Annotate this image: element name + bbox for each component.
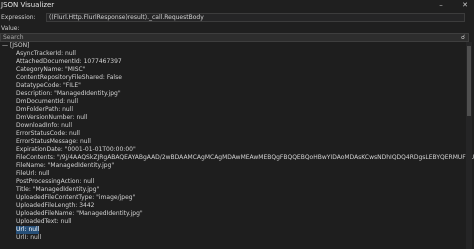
scrollbar-thumb[interactable] xyxy=(467,46,471,116)
search-icon[interactable]: ☌ xyxy=(459,34,467,42)
tree-item[interactable]: UrlI: null xyxy=(16,234,41,242)
search-input[interactable]: Search ☌ xyxy=(0,33,469,42)
tree-item[interactable]: UploadedFileLength: 3442 xyxy=(16,202,94,210)
tree-item[interactable]: UploadedFileName: "ManagedIdentity.jpg" xyxy=(16,210,143,218)
tree-item[interactable]: AttachedDocumentId: 1077467397 xyxy=(16,58,122,66)
tree-item[interactable]: ContentRepositoryFileShared: False xyxy=(16,74,122,82)
tree-item[interactable]: DatatypeCode: "FILE" xyxy=(16,82,81,90)
tree-item[interactable]: Url: null xyxy=(16,226,40,234)
close-icon[interactable]: ✕ xyxy=(459,0,471,11)
tree-item[interactable]: ErrorStatusMessage: null xyxy=(16,138,91,146)
tree-item[interactable]: UploadedFileContentType: "image/jpeg" xyxy=(16,194,135,202)
window-title: JSON Visualizer xyxy=(1,1,55,9)
minimize-icon[interactable]: – xyxy=(435,0,447,11)
tree-item[interactable]: DmFolderPath: null xyxy=(16,106,73,114)
title-bar: JSON Visualizer – ✕ xyxy=(0,0,474,11)
tree-item[interactable]: DownloadInfo: null xyxy=(16,122,72,130)
vertical-scrollbar[interactable] xyxy=(466,42,472,249)
tree-item[interactable]: PostProcessingAction: null xyxy=(16,178,94,186)
tree-item[interactable]: DmVersionNumber: null xyxy=(16,114,87,122)
value-label: Value: xyxy=(1,25,20,32)
expression-label: Expression: xyxy=(1,14,36,21)
tree-item[interactable]: FileContents: "/9j/4AAQSkZJRgABAQEAYABgA… xyxy=(16,154,474,162)
tree-item[interactable]: Title: "ManagedIdentity.jpg" xyxy=(16,186,99,194)
tree-root-label: [JSON] xyxy=(9,42,30,49)
expression-value: ((Flurl.Http.FlurlResponse)result)._call… xyxy=(49,14,204,21)
tree-item[interactable]: ExpirationDate: "0001-01-01T00:00:00" xyxy=(16,146,136,154)
search-placeholder: Search xyxy=(3,34,24,41)
collapse-icon[interactable]: — xyxy=(2,42,10,49)
tree-item[interactable]: ErrorStatusCode: null xyxy=(16,130,80,138)
tree-item[interactable]: FileUrl: null xyxy=(16,170,49,178)
json-tree: — [JSON] AsyncTrackerId: null AttachedDoc… xyxy=(0,42,474,249)
tree-item[interactable]: AsyncTrackerId: null xyxy=(16,50,76,58)
tree-item[interactable]: Description: "ManagedIdentity.jpg" xyxy=(16,90,121,98)
expression-field[interactable]: ((Flurl.Http.FlurlResponse)result)._call… xyxy=(46,13,465,22)
tree-item[interactable]: UploadedText: null xyxy=(16,218,72,226)
tree-item[interactable]: DmDocumentId: null xyxy=(16,98,78,106)
expression-row: Expression: ((Flurl.Http.FlurlResponse)r… xyxy=(0,11,474,24)
tree-item[interactable]: CategoryName: "MISC" xyxy=(16,66,86,74)
tree-item[interactable]: FileName: "ManagedIdentity.jpg" xyxy=(16,162,114,170)
tree-root[interactable]: — [JSON] xyxy=(2,42,29,50)
